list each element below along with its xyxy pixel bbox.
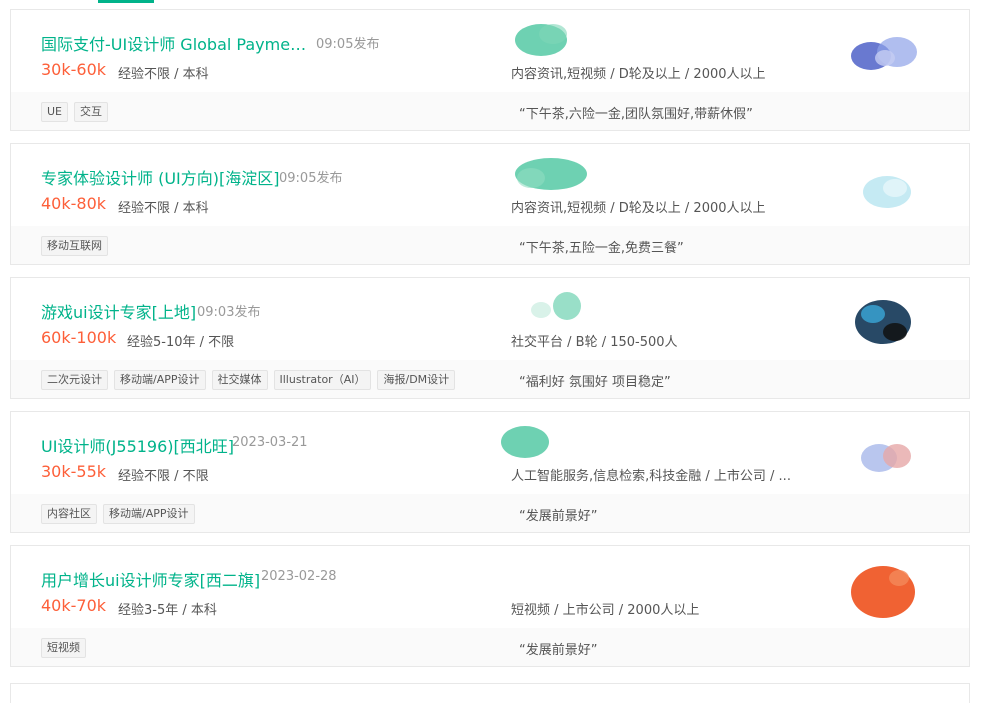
- company-name-redacted: [515, 158, 587, 190]
- company-benefits: “下午茶,六险一金,团队氛围好,带薪休假”: [519, 107, 753, 122]
- job-title[interactable]: 游戏ui设计专家[上地]: [41, 299, 196, 323]
- job-card[interactable]: 国际支付-UI设计师 Global Paymen... 09:05发布 30k-…: [10, 9, 970, 131]
- salary: 30k-55k: [41, 462, 107, 481]
- job-tag[interactable]: 社交媒体: [211, 370, 268, 390]
- company-name-redacted: [531, 292, 581, 320]
- post-time: 09:03发布: [197, 305, 261, 320]
- job-tag[interactable]: 短视频: [41, 638, 86, 658]
- company-name-redacted: [515, 24, 567, 56]
- job-card-partial[interactable]: [10, 683, 970, 703]
- company-logo[interactable]: [843, 560, 923, 620]
- company-info: 内容资讯,短视频 / D轮及以上 / 2000人以上: [511, 201, 766, 216]
- company-benefits: “发展前景好”: [519, 643, 598, 658]
- job-tag[interactable]: 二次元设计: [41, 370, 108, 390]
- job-tag[interactable]: UE: [41, 102, 69, 122]
- post-time: 2023-03-21: [232, 435, 308, 450]
- job-tag[interactable]: Illustrator（AI）: [273, 370, 372, 390]
- job-tag[interactable]: 海报/DM设计: [377, 370, 456, 390]
- post-time: 09:05发布: [316, 37, 380, 52]
- job-card[interactable]: 专家体验设计师 (UI方向)[海淀区] 09:05发布 40k-80k 经验不限…: [10, 143, 970, 265]
- company-name-redacted: [501, 426, 549, 458]
- job-requirements: 经验不限 / 不限: [118, 469, 209, 484]
- job-title[interactable]: 专家体验设计师 (UI方向)[海淀区]: [41, 165, 280, 189]
- salary: 30k-60k: [41, 60, 107, 79]
- job-card[interactable]: UI设计师(J55196)[西北旺] 2023-03-21 30k-55k 经验…: [10, 411, 970, 533]
- salary: 40k-80k: [41, 194, 107, 213]
- job-card[interactable]: 游戏ui设计专家[上地] 09:03发布 60k-100k 经验5-10年 / …: [10, 277, 970, 399]
- job-requirements: 经验5-10年 / 不限: [127, 335, 235, 350]
- company-benefits: “福利好 氛围好 项目稳定”: [519, 375, 671, 390]
- company-info: 内容资讯,短视频 / D轮及以上 / 2000人以上: [511, 67, 766, 82]
- post-time: 09:05发布: [279, 171, 343, 186]
- company-logo[interactable]: [843, 292, 923, 352]
- company-info: 社交平台 / B轮 / 150-500人: [511, 335, 678, 350]
- job-requirements: 经验不限 / 本科: [118, 67, 209, 82]
- job-tag[interactable]: 移动端/APP设计: [114, 370, 206, 390]
- job-title[interactable]: UI设计师(J55196)[西北旺]: [41, 433, 234, 457]
- active-tab-indicator: [98, 0, 154, 3]
- job-requirements: 经验3-5年 / 本科: [118, 603, 217, 618]
- job-tag[interactable]: 移动互联网: [41, 236, 108, 256]
- company-logo[interactable]: [843, 158, 923, 218]
- company-info: 短视频 / 上市公司 / 2000人以上: [511, 603, 700, 618]
- job-requirements: 经验不限 / 本科: [118, 201, 209, 216]
- post-time: 2023-02-28: [261, 569, 337, 584]
- company-benefits: “下午茶,五险一金,免费三餐”: [519, 241, 684, 256]
- salary: 40k-70k: [41, 596, 107, 615]
- job-tag[interactable]: 内容社区: [41, 504, 97, 524]
- job-tag[interactable]: 移动端/APP设计: [103, 504, 195, 524]
- job-tag[interactable]: 交互: [74, 102, 109, 122]
- company-info: 人工智能服务,信息检索,科技金融 / 上市公司 / ...: [511, 469, 791, 484]
- company-logo[interactable]: [843, 426, 923, 486]
- job-card[interactable]: 用户增长ui设计师专家[西二旗] 2023-02-28 40k-70k 经验3-…: [10, 545, 970, 667]
- job-list: 国际支付-UI设计师 Global Paymen... 09:05发布 30k-…: [10, 9, 970, 679]
- job-title[interactable]: 国际支付-UI设计师 Global Paymen...: [41, 31, 311, 55]
- company-benefits: “发展前景好”: [519, 509, 598, 524]
- salary: 60k-100k: [41, 328, 117, 347]
- company-logo[interactable]: [843, 24, 923, 84]
- job-title[interactable]: 用户增长ui设计师专家[西二旗]: [41, 567, 260, 591]
